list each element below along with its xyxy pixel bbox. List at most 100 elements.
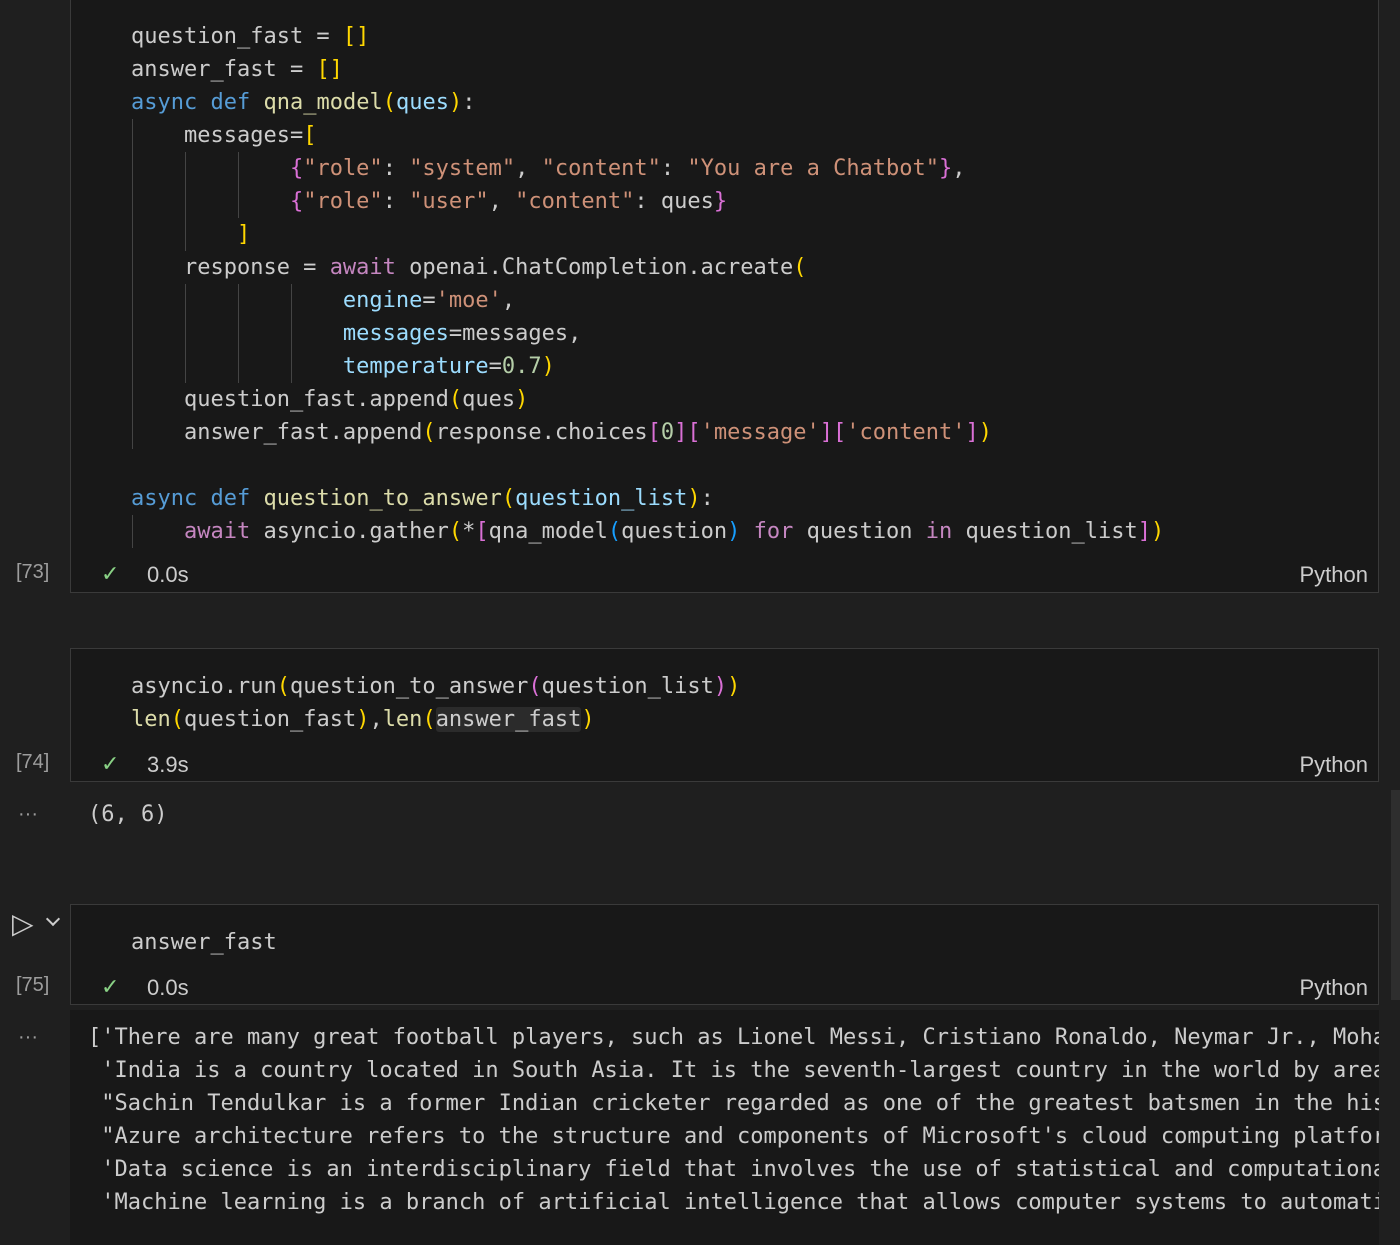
code-token: engine — [342, 288, 423, 313]
code-line[interactable]: async def question_to_answer(question_li… — [131, 482, 1164, 515]
code-line[interactable]: response = await openai.ChatCompletion.a… — [131, 251, 1164, 284]
code-line[interactable] — [131, 449, 1164, 482]
code-line[interactable]: answer_fast = [] — [131, 53, 1164, 86]
code-line[interactable]: len(question_fast),len(answer_fast) — [131, 703, 740, 736]
code-token: ) — [356, 707, 370, 732]
code-token: : — [700, 486, 714, 511]
scrollbar[interactable] — [1391, 790, 1400, 1000]
code-cell-75[interactable]: answer_fast ✓ 0.0s Python — [70, 904, 1379, 1005]
code-token: ) — [581, 707, 595, 732]
code-token: ( — [501, 486, 516, 511]
code-token: ( — [170, 707, 184, 732]
code-cell-73[interactable]: question_fast = [] answer_fast = [] async … — [70, 0, 1379, 593]
code-token: question_fast.append — [131, 387, 449, 412]
output-line: 'India is a country located in South Asi… — [88, 1058, 1379, 1083]
run-cell-icon[interactable]: ▷ — [12, 907, 34, 940]
code-line[interactable]: {"role": "system", "content": "You are a… — [131, 152, 1164, 185]
code-cell-74[interactable]: asyncio.run(question_to_answer(question_… — [70, 648, 1379, 782]
code-token: answer_fast — [131, 930, 277, 955]
code-token: messages= — [131, 123, 304, 148]
code-token: 'message' — [700, 420, 820, 445]
code-line[interactable]: async def qna_model(ques): — [131, 86, 1164, 119]
code-line[interactable]: await asyncio.gather(*[qna_model(questio… — [131, 515, 1164, 548]
code-token: question_fast = — [131, 24, 343, 49]
code-line[interactable]: question_fast = [] — [131, 20, 1164, 53]
code-token: ) — [1150, 519, 1165, 544]
code-line[interactable]: question_fast.append(ques) — [131, 383, 1164, 416]
code-token: question_list — [952, 519, 1138, 544]
execution-time: 0.0s — [147, 975, 189, 1000]
cell-status-bar: ✓ 3.9s Python — [71, 745, 1378, 785]
execution-count: [75] — [16, 974, 50, 996]
code-token: : — [462, 90, 476, 115]
output-more-icon[interactable]: ··· — [18, 1026, 38, 1049]
code-token: [ — [647, 420, 661, 445]
code-editor[interactable]: question_fast = [] answer_fast = [] async … — [131, 20, 1164, 548]
code-token: messages — [342, 321, 449, 346]
code-token: asyncio.run — [131, 674, 277, 699]
code-token: ( — [422, 707, 436, 732]
code-token: =messages, — [448, 321, 582, 346]
code-token: } — [939, 156, 953, 181]
chevron-down-icon[interactable] — [45, 911, 61, 927]
code-token: [ — [475, 519, 489, 544]
code-token: qna_model — [488, 519, 608, 544]
code-token: : — [382, 156, 410, 181]
code-token: { — [289, 156, 304, 181]
code-token: ) — [727, 519, 741, 544]
output-line: 'Data science is an interdisciplinary fi… — [88, 1157, 1379, 1182]
code-line[interactable]: answer_fast.append(response.choices[0]['… — [131, 416, 1164, 449]
code-token: "content" — [541, 156, 661, 181]
code-token: "role" — [303, 189, 383, 214]
language-selector[interactable]: Python — [1300, 975, 1369, 1001]
code-token: len — [131, 707, 171, 732]
code-token: ( — [422, 420, 436, 445]
cell-status-bar: ✓ 0.0s Python — [71, 968, 1378, 1008]
code-token: ] — [1137, 519, 1151, 544]
code-line[interactable]: engine='moe', — [131, 284, 1164, 317]
code-line[interactable]: {"role": "user", "content": ques} — [131, 185, 1164, 218]
output-more-icon[interactable]: ··· — [18, 803, 38, 826]
code-editor[interactable]: answer_fast — [131, 926, 277, 959]
code-line[interactable]: temperature=0.7) — [131, 350, 1164, 383]
code-token: ) — [727, 674, 741, 699]
code-editor[interactable]: asyncio.run(question_to_answer(question_… — [131, 670, 740, 736]
execution-count: [74] — [16, 751, 50, 773]
code-token: len — [382, 707, 423, 732]
indent-guide — [185, 152, 186, 251]
code-line[interactable]: ] — [131, 218, 1164, 251]
code-line[interactable]: messages=[ — [131, 119, 1164, 152]
execution-time: 0.0s — [147, 562, 189, 587]
indent-guide — [132, 119, 133, 449]
indent-guide — [132, 515, 133, 548]
code-token: "role" — [303, 156, 383, 181]
code-token: ] — [965, 420, 979, 445]
code-token: ques — [395, 90, 449, 115]
indent-guide — [238, 152, 239, 218]
code-token: ) — [978, 420, 993, 445]
indent-guide — [185, 284, 186, 383]
language-selector[interactable]: Python — [1300, 562, 1369, 588]
code-token: , — [515, 156, 542, 181]
code-line[interactable]: messages=messages, — [131, 317, 1164, 350]
code-line[interactable]: asyncio.run(question_to_answer(question_… — [131, 670, 740, 703]
code-token: ( — [276, 674, 290, 699]
indent-guide — [238, 284, 239, 383]
language-selector[interactable]: Python — [1300, 752, 1369, 778]
code-token: ) — [448, 90, 463, 115]
code-token: ( — [607, 519, 622, 544]
output-line: "Azure architecture refers to the struct… — [88, 1124, 1379, 1149]
code-token: : ques — [634, 189, 714, 214]
code-token: question — [621, 519, 728, 544]
success-check-icon: ✓ — [101, 974, 120, 999]
code-line[interactable]: answer_fast — [131, 926, 277, 959]
cell-status-bar: ✓ 0.0s Python — [71, 555, 1378, 595]
code-token: in — [925, 519, 953, 544]
code-token: question — [793, 519, 926, 544]
